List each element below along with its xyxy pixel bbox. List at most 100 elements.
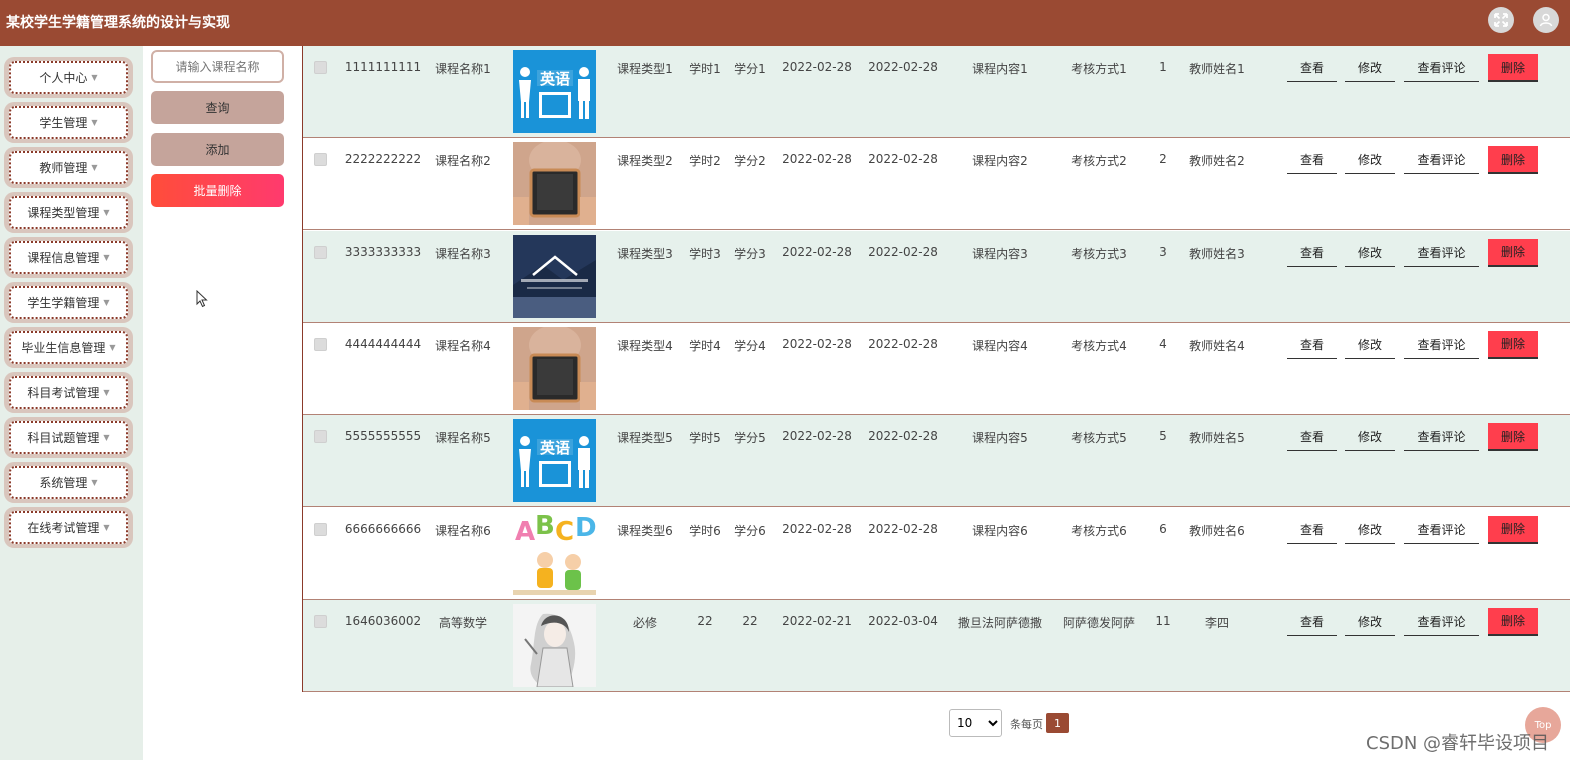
row-checkbox[interactable] [314,153,327,167]
sidebar-item-label: 个人中心 [39,71,88,85]
app-title: 某校学生学籍管理系统的设计与实现 [6,15,230,31]
row-checkbox[interactable] [314,430,327,444]
view-comments-button[interactable]: 查看评论 [1404,54,1479,82]
sidebar-item[interactable]: 课程信息管理 ▼ [4,237,133,278]
cell-hours: 学时2 [689,154,721,169]
row-checkbox[interactable] [314,61,327,74]
cell-teacher: 教师姓名2 [1189,154,1245,169]
row-checkbox[interactable] [314,337,327,351]
sidebar-item[interactable]: 科目考试管理 ▼ [4,372,133,413]
sidebar-item-label: 科目试题管理 [27,431,100,445]
row-checkbox[interactable] [314,614,327,628]
sidebar-item[interactable]: 系统管理 ▼ [4,462,133,503]
cell-num: 1 [1159,60,1167,74]
sidebar-item-inner: 学生学籍管理 ▼ [9,286,128,319]
cell-id: 2222222222 [344,152,422,167]
chevron-down-icon: ▼ [91,163,98,172]
action-panel: 查询 添加 批量删除 [143,46,302,760]
sidebar-item[interactable]: 在线考试管理 ▼ [4,507,133,548]
edit-button[interactable]: 修改 [1345,516,1395,544]
view-comments-button[interactable]: 查看评论 [1404,331,1479,359]
cell-hours: 学时3 [689,246,721,261]
cell-num: 4 [1159,336,1167,351]
cell-hours: 学时1 [689,62,721,76]
english-speaking-image: 英语 [513,419,596,503]
sidebar-item-inner: 科目试题管理 ▼ [9,421,128,454]
table-row: 3333333333 课程名称3 课程类型3 学时3 学分3 2022-02-28 2022… [303,230,1570,323]
query-button[interactable]: 查询 [151,91,284,124]
table-row: 2222222222 课程名称2 课程类型2 学时2 学分2 2022-02-28 2022… [303,138,1570,231]
view-comments-button[interactable]: 查看评论 [1404,239,1479,267]
sidebar: 个人中心 ▼ 学生管理 ▼ 教师管理 ▼ 课程类型管理 ▼ 课程信息管理 ▼ 学生学籍管理 ▼ 毕业生信… [0,46,143,760]
view-comments-button[interactable]: 查看评论 [1404,423,1479,452]
cell-name: 课程名称6 [435,523,491,538]
chevron-down-icon: ▼ [103,253,110,262]
view-button[interactable]: 查看 [1287,239,1337,267]
cell-type: 课程类型4 [617,338,673,353]
view-comments-button[interactable]: 查看评论 [1404,608,1479,636]
page-size-select[interactable]: 10 [949,709,1002,737]
edit-button[interactable]: 修改 [1345,146,1395,175]
edit-button[interactable]: 修改 [1345,54,1395,82]
view-button[interactable]: 查看 [1287,331,1337,359]
fullscreen-icon[interactable] [1488,7,1514,33]
edit-button[interactable]: 修改 [1345,423,1395,452]
cell-exam: 考核方式2 [1071,154,1127,169]
edit-button[interactable]: 修改 [1345,608,1395,636]
view-button[interactable]: 查看 [1287,146,1337,175]
user-icon[interactable] [1533,7,1559,33]
sidebar-item[interactable]: 课程类型管理 ▼ [4,192,133,233]
row-checkbox[interactable] [314,245,327,259]
edit-button[interactable]: 修改 [1345,239,1395,267]
delete-button[interactable]: 删除 [1488,330,1538,359]
cell-exam: 考核方式3 [1071,246,1127,261]
view-button[interactable]: 查看 [1287,608,1337,636]
delete-button[interactable]: 删除 [1488,54,1538,82]
cell-start: 2022-02-21 [782,613,852,628]
cell-credits: 学分6 [734,523,766,538]
delete-button[interactable]: 删除 [1488,146,1538,175]
course-table: 1111111111 课程名称1 课程类型1 学时1 学分1 2022-02-28 2022… [302,46,1570,692]
view-comments-button[interactable]: 查看评论 [1404,146,1479,175]
batch-delete-button[interactable]: 批量删除 [151,174,284,207]
delete-button[interactable]: 删除 [1488,607,1538,636]
view-button[interactable]: 查看 [1287,516,1337,544]
cell-teacher: 教师姓名3 [1189,246,1245,261]
cell-start: 2022-02-28 [782,429,852,444]
sidebar-item-inner: 个人中心 ▼ [9,61,128,94]
edit-button[interactable]: 修改 [1345,331,1395,359]
cell-hours: 学时4 [689,338,721,353]
cell-credits: 学分3 [734,246,766,261]
delete-button[interactable]: 删除 [1488,515,1538,544]
delete-button[interactable]: 删除 [1488,238,1538,267]
sidebar-item[interactable]: 个人中心 ▼ [4,57,133,98]
cell-credits: 学分2 [734,154,766,169]
table-row: 6666666666 课程名称6 课程类型6 学时6 学分6 2022-02-28 2022… [303,507,1570,600]
add-button[interactable]: 添加 [151,133,284,166]
sidebar-item[interactable]: 毕业生信息管理 ▼ [4,327,133,368]
sidebar-item-label: 学生学籍管理 [27,296,100,310]
table-row: 4444444444 课程名称4 课程类型4 学时4 学分4 2022-02-28 2022… [303,322,1570,415]
sidebar-item-inner: 在线考试管理 ▼ [9,511,128,544]
cell-id: 3333333333 [344,244,422,259]
search-input[interactable] [151,50,284,83]
sidebar-item-label: 课程类型管理 [27,206,100,220]
view-comments-button[interactable]: 查看评论 [1404,516,1479,544]
do-you-speak-english-image [513,142,596,226]
cell-content: 课程内容3 [972,246,1028,261]
cell-content: 课程内容2 [972,154,1028,169]
sidebar-item[interactable]: 科目试题管理 ▼ [4,417,133,458]
row-checkbox[interactable] [314,522,327,536]
sidebar-item[interactable]: 学生管理 ▼ [4,102,133,143]
cell-credits: 学分1 [734,62,766,76]
view-button[interactable]: 查看 [1287,423,1337,452]
top-bar: 某校学生学籍管理系统的设计与实现 [0,0,1570,46]
delete-button[interactable]: 删除 [1488,423,1538,452]
chevron-down-icon: ▼ [109,343,116,352]
cell-id: 1646036002 [344,613,422,628]
page-number-button[interactable]: 1 [1046,713,1069,733]
sidebar-item[interactable]: 教师管理 ▼ [4,147,133,188]
cell-exam: 考核方式5 [1071,431,1127,446]
view-button[interactable]: 查看 [1287,54,1337,82]
sidebar-item[interactable]: 学生学籍管理 ▼ [4,282,133,323]
